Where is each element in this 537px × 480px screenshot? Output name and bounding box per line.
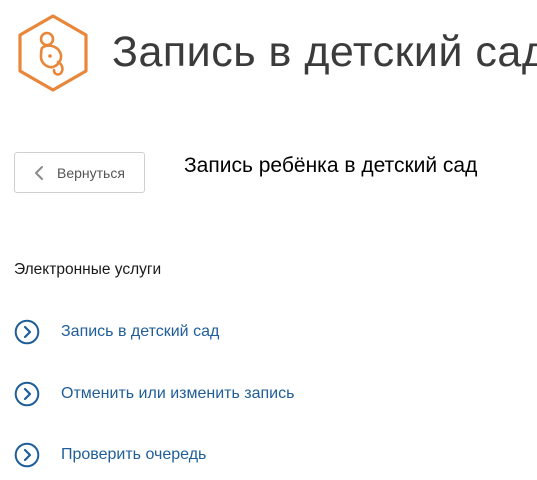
service-link-cancel-change[interactable]: Отменить или изменить запись — [14, 379, 294, 409]
back-button-label: Вернуться — [57, 164, 125, 181]
service-link-label: Проверить очередь — [61, 446, 207, 463]
service-link-label: Отменить или изменить запись — [61, 385, 295, 402]
pacifier-icon — [14, 12, 92, 94]
chevron-left-icon — [35, 165, 43, 180]
back-button[interactable]: Вернуться — [14, 152, 145, 193]
page-heading: Запись ребёнка в детский сад — [184, 154, 478, 177]
chevron-right-circle-icon — [14, 381, 40, 407]
service-link-check-queue[interactable]: Проверить очередь — [14, 440, 206, 470]
page: Запись в детский сад Вернуться Запись ре… — [0, 0, 537, 480]
chevron-right-circle-icon — [14, 442, 40, 468]
app-title: Запись в детский сад — [112, 28, 537, 76]
service-link-label: Запись в детский сад — [61, 323, 220, 340]
service-link-enroll[interactable]: Запись в детский сад — [14, 317, 219, 347]
chevron-right-circle-icon — [14, 319, 40, 345]
section-title: Электронные услуги — [14, 261, 162, 278]
